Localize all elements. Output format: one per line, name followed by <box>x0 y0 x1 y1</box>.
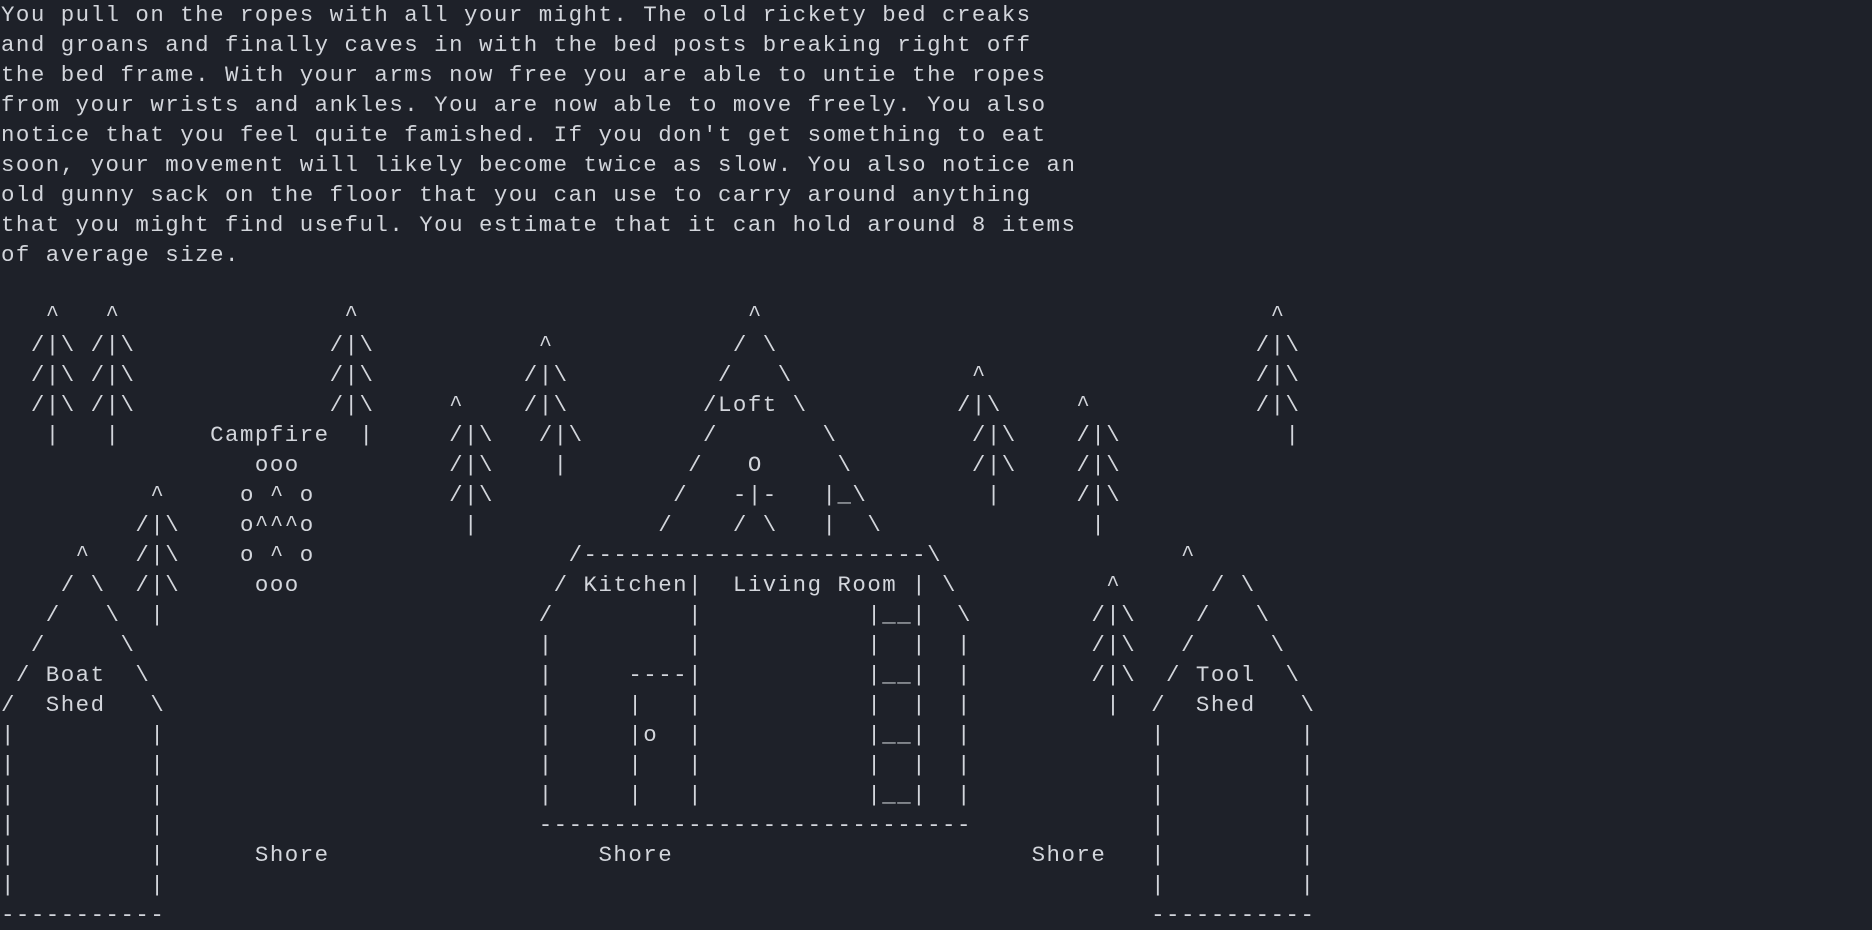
story-line: the bed frame. With your arms now free y… <box>1 62 1047 88</box>
map-line: ^ ^ ^ ^ ^ <box>1 302 1286 328</box>
map-line: /|\ /|\ /|\ /|\ / \ ^ /|\ <box>1 362 1301 388</box>
story-line: soon, your movement will likely become t… <box>1 152 1077 178</box>
map-line: / \ | | | | | /|\ / \ <box>1 632 1286 658</box>
story-line: old gunny sack on the floor that you can… <box>1 182 1032 208</box>
map-line: ^ /|\ o ^ o /-----------------------\ ^ <box>1 542 1196 568</box>
map-line: /|\ /|\ /|\ ^ / \ /|\ <box>1 332 1301 358</box>
story-line: of average size. <box>1 242 240 268</box>
map-line: / \ /|\ ooo / Kitchen| Living Room | \ ^… <box>1 572 1256 598</box>
terminal-window: You pull on the ropes with all your migh… <box>1 0 1871 930</box>
map-line: / Boat \ | ----| |__| | /|\ / Tool \ <box>1 662 1301 688</box>
map-line: | | | | <box>1 872 1316 898</box>
story-line: notice that you feel quite famished. If … <box>1 122 1047 148</box>
map-line: / Shed \ | | | | | | | / Shed \ <box>1 692 1316 718</box>
map-line: | | Shore Shore Shore | | <box>1 842 1316 868</box>
map-line: | | | | | |__| | | | <box>1 782 1316 808</box>
map-line: /|\ o^^^o | / / \ | \ | <box>1 512 1107 538</box>
story-line: that you might find useful. You estimate… <box>1 212 1077 238</box>
ascii-map: ^ ^ ^ ^ ^ /|\ /|\ /|\ ^ / \ /|\ /|\ /|\ … <box>1 300 1871 930</box>
map-line: | | | |o | |__| | | | <box>1 722 1316 748</box>
map-line: | | ----------------------------- | | <box>1 812 1316 838</box>
story-line: and groans and finally caves in with the… <box>1 32 1032 58</box>
story-line: from your wrists and ankles. You are now… <box>1 92 1047 118</box>
map-line: /|\ /|\ /|\ ^ /|\ /Loft \ /|\ ^ /|\ <box>1 392 1301 418</box>
map-line: | | Campfire | /|\ /|\ / \ /|\ /|\ | <box>1 422 1301 448</box>
map-line: ooo /|\ | / O \ /|\ /|\ <box>1 452 1122 478</box>
map-line: ^ o ^ o /|\ / -|- |_\ | /|\ <box>1 482 1122 508</box>
map-line: | | | | | | | | | | <box>1 752 1316 778</box>
story-line: You pull on the ropes with all your migh… <box>1 2 1032 28</box>
map-line: / \ | / | |__| \ /|\ / \ <box>1 602 1271 628</box>
map-line: ----------- ----------- <box>1 902 1316 928</box>
story-text: You pull on the ropes with all your migh… <box>1 0 1871 270</box>
